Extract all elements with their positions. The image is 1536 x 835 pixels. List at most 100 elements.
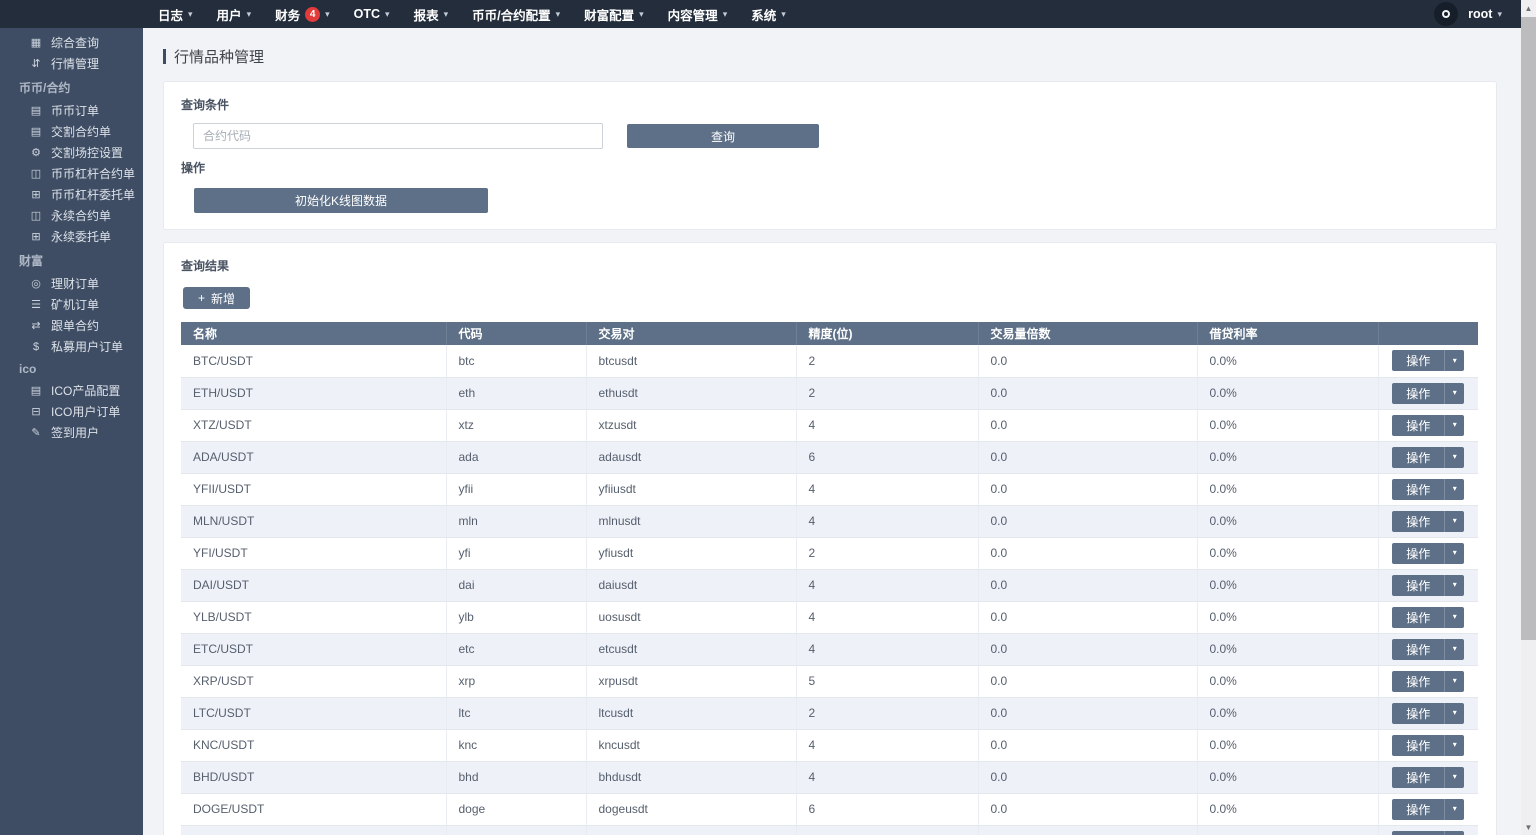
table-body: BTC/USDT btc btcusdt 2 0.0 0.0% 操作 ▾ ETH…	[181, 345, 1478, 835]
action-dropdown-button[interactable]: ▾	[1444, 574, 1465, 596]
action-dropdown-button[interactable]: ▾	[1444, 350, 1465, 372]
action-button[interactable]: 操作	[1392, 574, 1445, 596]
init-kline-button[interactable]: 初始化K线图数据	[194, 188, 488, 213]
sidebar-item[interactable]: ⇄ 跟单合约	[0, 315, 143, 336]
nav-menu-item[interactable]: 用户 ▾	[205, 0, 264, 28]
sidebar-item[interactable]: ⊞ 币币杠杆委托单	[0, 184, 143, 205]
cell-code: etc	[446, 633, 587, 666]
action-button[interactable]: 操作	[1392, 414, 1445, 436]
sidebar-item[interactable]: $ 私募用户订单	[0, 336, 143, 357]
action-button[interactable]: 操作	[1392, 606, 1445, 628]
nav-menu-item[interactable]: 内容管理 ▾	[656, 0, 740, 28]
cell-actions: 操作 ▾	[1378, 825, 1478, 835]
action-dropdown-button[interactable]: ▾	[1444, 798, 1465, 820]
cell-pair: bhdusdt	[586, 761, 797, 794]
scroll-up-icon[interactable]: ▲	[1521, 0, 1536, 16]
sidebar-item[interactable]: ☰ 矿机订单	[0, 294, 143, 315]
sidebar-item[interactable]: ⚙ 交割场控设置	[0, 142, 143, 163]
title-accent-bar	[163, 49, 166, 64]
action-dropdown-button[interactable]: ▾	[1444, 734, 1465, 756]
cell-precision: 4	[796, 633, 979, 666]
action-button[interactable]: 操作	[1392, 350, 1445, 372]
cell-actions: 操作 ▾	[1378, 569, 1478, 602]
sidebar-item[interactable]: ✎ 签到用户	[0, 422, 143, 443]
cell-name: XTZ/USDT	[181, 409, 447, 442]
nav-menu-item[interactable]: 报表 ▾	[402, 0, 461, 28]
sidebar-item[interactable]: ◎ 理财订单	[0, 273, 143, 294]
cell-volume-multiplier: 0.0	[978, 761, 1198, 794]
nav-menu-item[interactable]: 财富配置 ▾	[572, 0, 656, 28]
user-avatar[interactable]	[1434, 2, 1459, 26]
action-dropdown-button[interactable]: ▾	[1444, 702, 1465, 724]
cell-lending-rate: 0.0%	[1197, 793, 1379, 826]
action-button[interactable]: 操作	[1392, 766, 1445, 788]
scrollbar-thumb[interactable]	[1521, 17, 1536, 640]
nav-menu-item[interactable]: 日志 ▾	[146, 0, 205, 28]
action-button[interactable]: 操作	[1392, 542, 1445, 564]
sidebar-item[interactable]: ⊞ 永续委托单	[0, 226, 143, 247]
action-button[interactable]: 操作	[1392, 478, 1445, 500]
cell-volume-multiplier: 0.0	[978, 665, 1198, 698]
search-button[interactable]: 查询	[627, 124, 819, 148]
cell-name: BHD/USDT	[181, 761, 447, 794]
cell-actions: 操作 ▾	[1378, 601, 1478, 634]
cell-precision: 6	[796, 825, 979, 835]
action-button[interactable]: 操作	[1392, 638, 1445, 660]
action-button[interactable]: 操作	[1392, 830, 1445, 835]
sidebar-item-label: 跟单合约	[51, 319, 100, 333]
cell-actions: 操作 ▾	[1378, 665, 1478, 698]
chevron-down-icon: ▾	[246, 8, 252, 19]
action-dropdown-button[interactable]: ▾	[1444, 414, 1465, 436]
action-dropdown-button[interactable]: ▾	[1444, 446, 1465, 468]
action-button[interactable]: 操作	[1392, 798, 1445, 820]
query-conditions-label: 查询条件	[181, 98, 230, 112]
nav-menu-item[interactable]: 财务 4 ▾	[263, 0, 342, 28]
nav-menu-item[interactable]: OTC ▾	[342, 0, 402, 28]
sidebar-item[interactable]: ◫ 币币杠杆合约单	[0, 163, 143, 184]
add-button[interactable]: + 新增	[183, 287, 251, 309]
sidebar-item[interactable]: ▤ ICO产品配置	[0, 380, 143, 401]
user-menu[interactable]: root ▾	[1468, 7, 1502, 21]
action-dropdown-button[interactable]: ▾	[1444, 478, 1465, 500]
sidebar-item[interactable]: ▤ 币币订单	[0, 100, 143, 121]
action-dropdown-button[interactable]: ▾	[1444, 766, 1465, 788]
action-button[interactable]: 操作	[1392, 734, 1445, 756]
table-row: ETH/USDT eth ethusdt 2 0.0 0.0% 操作 ▾	[181, 377, 1478, 410]
sidebar-item[interactable]: ▦ 综合查询	[0, 32, 143, 53]
action-dropdown-button[interactable]: ▾	[1444, 542, 1465, 564]
action-dropdown-button[interactable]: ▾	[1444, 830, 1465, 835]
cell-volume-multiplier: 0.0	[978, 409, 1198, 442]
nav-menu-item[interactable]: 系统 ▾	[739, 0, 798, 28]
cell-lending-rate: 0.0%	[1197, 473, 1379, 506]
action-button[interactable]: 操作	[1392, 702, 1445, 724]
sidebar-item-icon: ⊟	[31, 406, 41, 418]
scroll-down-icon[interactable]: ▼	[1521, 819, 1536, 835]
action-dropdown-button[interactable]: ▾	[1444, 606, 1465, 628]
action-dropdown-button[interactable]: ▾	[1444, 510, 1465, 532]
sidebar-item[interactable]: ◫ 永续合约单	[0, 205, 143, 226]
nav-menu: 日志 ▾ 用户 ▾ 财务 4 ▾ OTC ▾ 报表 ▾ 币币/合约配置 ▾ 财富…	[146, 0, 798, 28]
cell-volume-multiplier: 0.0	[978, 473, 1198, 506]
sidebar-item[interactable]: ⇵ 行情管理	[0, 53, 143, 74]
action-button[interactable]: 操作	[1392, 510, 1445, 532]
nav-menu-item[interactable]: 币币/合约配置 ▾	[460, 0, 572, 28]
chevron-down-icon: ▾	[325, 8, 330, 19]
sidebar-item[interactable]: ▤ 交割合约单	[0, 121, 143, 142]
cell-code: btc	[446, 345, 587, 378]
action-button[interactable]: 操作	[1392, 446, 1445, 468]
cell-pair: yfiusdt	[586, 537, 797, 570]
page-title-text: 行情品种管理	[174, 49, 265, 66]
top-navbar: 日志 ▾ 用户 ▾ 财务 4 ▾ OTC ▾ 报表 ▾ 币币/合约配置 ▾ 财富…	[0, 0, 1536, 28]
action-dropdown-button[interactable]: ▾	[1444, 670, 1465, 692]
sidebar-item-label: 永续委托单	[51, 230, 112, 244]
cell-pair: kncusdt	[586, 729, 797, 762]
sidebar-item[interactable]: ⊟ ICO用户订单	[0, 401, 143, 422]
action-dropdown-button[interactable]: ▾	[1444, 382, 1465, 404]
chevron-down-icon: ▾	[188, 8, 193, 19]
action-dropdown-button[interactable]: ▾	[1444, 638, 1465, 660]
action-button[interactable]: 操作	[1392, 382, 1445, 404]
action-button[interactable]: 操作	[1392, 670, 1445, 692]
contract-code-input[interactable]	[193, 123, 603, 149]
table-row: XTZ/USDT xtz xtzusdt 4 0.0 0.0% 操作 ▾	[181, 409, 1478, 442]
cell-volume-multiplier: 0.0	[978, 825, 1198, 835]
